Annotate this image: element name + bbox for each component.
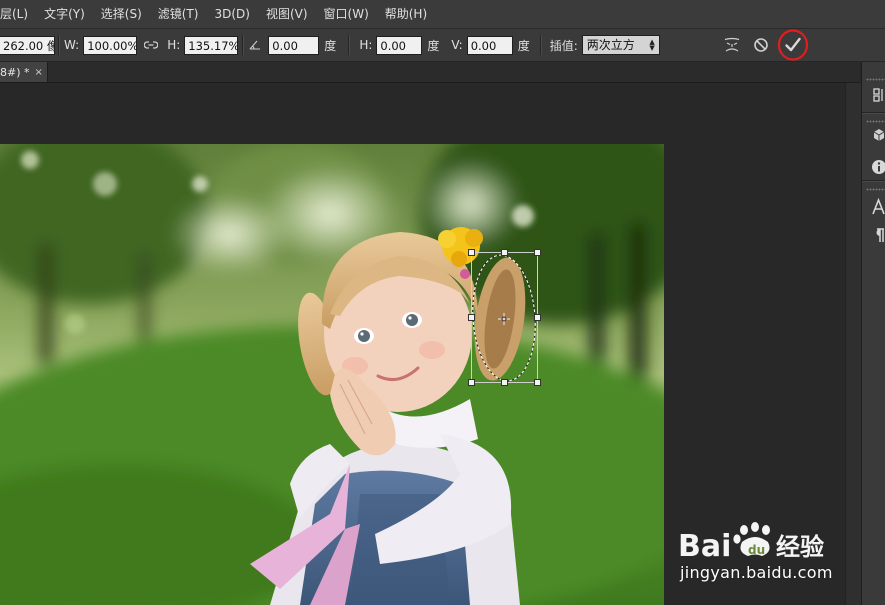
link-icon[interactable] bbox=[139, 40, 163, 50]
paragraph-panel-icon[interactable] bbox=[871, 226, 885, 244]
vertical-scrollbar[interactable] bbox=[845, 83, 861, 605]
interpolation-select[interactable]: 两次立方 ▲ ▼ bbox=[581, 35, 660, 55]
document-tab[interactable]: 8#) * × bbox=[0, 62, 48, 82]
skew-h-unit: 度 bbox=[427, 38, 440, 53]
skew-v-field[interactable]: 0.00 bbox=[466, 35, 513, 55]
commit-check-button[interactable] bbox=[777, 29, 809, 61]
svg-text:经验: 经验 bbox=[776, 533, 824, 561]
panel-grip[interactable] bbox=[866, 188, 885, 191]
document-tab-label: 8#) * bbox=[0, 65, 30, 79]
interpolation-label: 插值: bbox=[549, 38, 578, 53]
transform-options-bar: 262.00 像 W: 100.00% H: 135.17% 0.00 度 H:… bbox=[0, 29, 885, 62]
x-position-field[interactable]: 262.00 像 bbox=[0, 35, 55, 55]
svg-text:du: du bbox=[748, 543, 765, 557]
width-field[interactable]: 100.00% bbox=[83, 35, 138, 55]
width-label: W: bbox=[64, 38, 80, 52]
skew-h-label: H: bbox=[359, 38, 373, 52]
interpolation-value: 两次立方 bbox=[586, 38, 635, 52]
divider bbox=[348, 35, 351, 55]
photo-image bbox=[0, 144, 664, 605]
menu-3d[interactable]: 3D(D) bbox=[206, 0, 257, 28]
menu-help[interactable]: 帮助(H) bbox=[377, 0, 435, 28]
warp-icon[interactable] bbox=[722, 37, 742, 53]
rotate-unit: 度 bbox=[324, 38, 337, 53]
history-panel-icon[interactable] bbox=[871, 86, 885, 104]
cancel-icon[interactable] bbox=[752, 37, 770, 53]
skew-v-unit: 度 bbox=[517, 38, 530, 53]
document-tab-bar: 8#) * × bbox=[0, 62, 860, 83]
menu-type[interactable]: 文字(Y) bbox=[36, 0, 93, 28]
panel-grip[interactable] bbox=[866, 120, 885, 123]
baidu-jingyan-logo: Bai du 经验 bbox=[678, 522, 838, 564]
close-icon[interactable]: × bbox=[35, 67, 43, 78]
info-icon[interactable] bbox=[871, 158, 885, 176]
divider bbox=[539, 35, 542, 55]
angle-icon bbox=[248, 40, 262, 50]
menu-layer[interactable]: 层(L) bbox=[0, 0, 36, 28]
menu-bar: 层(L) 文字(Y) 选择(S) 滤镜(T) 3D(D) 视图(V) 窗口(W)… bbox=[0, 0, 885, 29]
divider bbox=[862, 112, 885, 114]
menu-view[interactable]: 视图(V) bbox=[258, 0, 316, 28]
3d-panel-icon[interactable] bbox=[871, 126, 885, 144]
menu-window[interactable]: 窗口(W) bbox=[316, 0, 377, 28]
photo-canvas[interactable] bbox=[0, 144, 664, 605]
commit-check-icon bbox=[777, 29, 808, 61]
height-label: H: bbox=[167, 38, 181, 52]
divider bbox=[242, 35, 245, 55]
height-field[interactable]: 135.17% bbox=[184, 35, 239, 55]
panel-grip[interactable] bbox=[866, 78, 885, 81]
menu-filter[interactable]: 滤镜(T) bbox=[150, 0, 207, 28]
rotate-field[interactable]: 0.00 bbox=[268, 35, 320, 55]
character-panel-icon[interactable] bbox=[871, 198, 885, 216]
svg-text:Bai: Bai bbox=[678, 529, 731, 562]
skew-h-field[interactable]: 0.00 bbox=[376, 35, 423, 55]
collapsed-panel-dock bbox=[861, 62, 885, 605]
watermark-url: jingyan.baidu.com bbox=[680, 563, 833, 582]
divider bbox=[58, 35, 60, 55]
menu-select[interactable]: 选择(S) bbox=[93, 0, 150, 28]
skew-v-label: V: bbox=[451, 38, 463, 52]
divider bbox=[862, 180, 885, 182]
dropdown-arrow-icon: ▲ ▼ bbox=[649, 38, 655, 52]
